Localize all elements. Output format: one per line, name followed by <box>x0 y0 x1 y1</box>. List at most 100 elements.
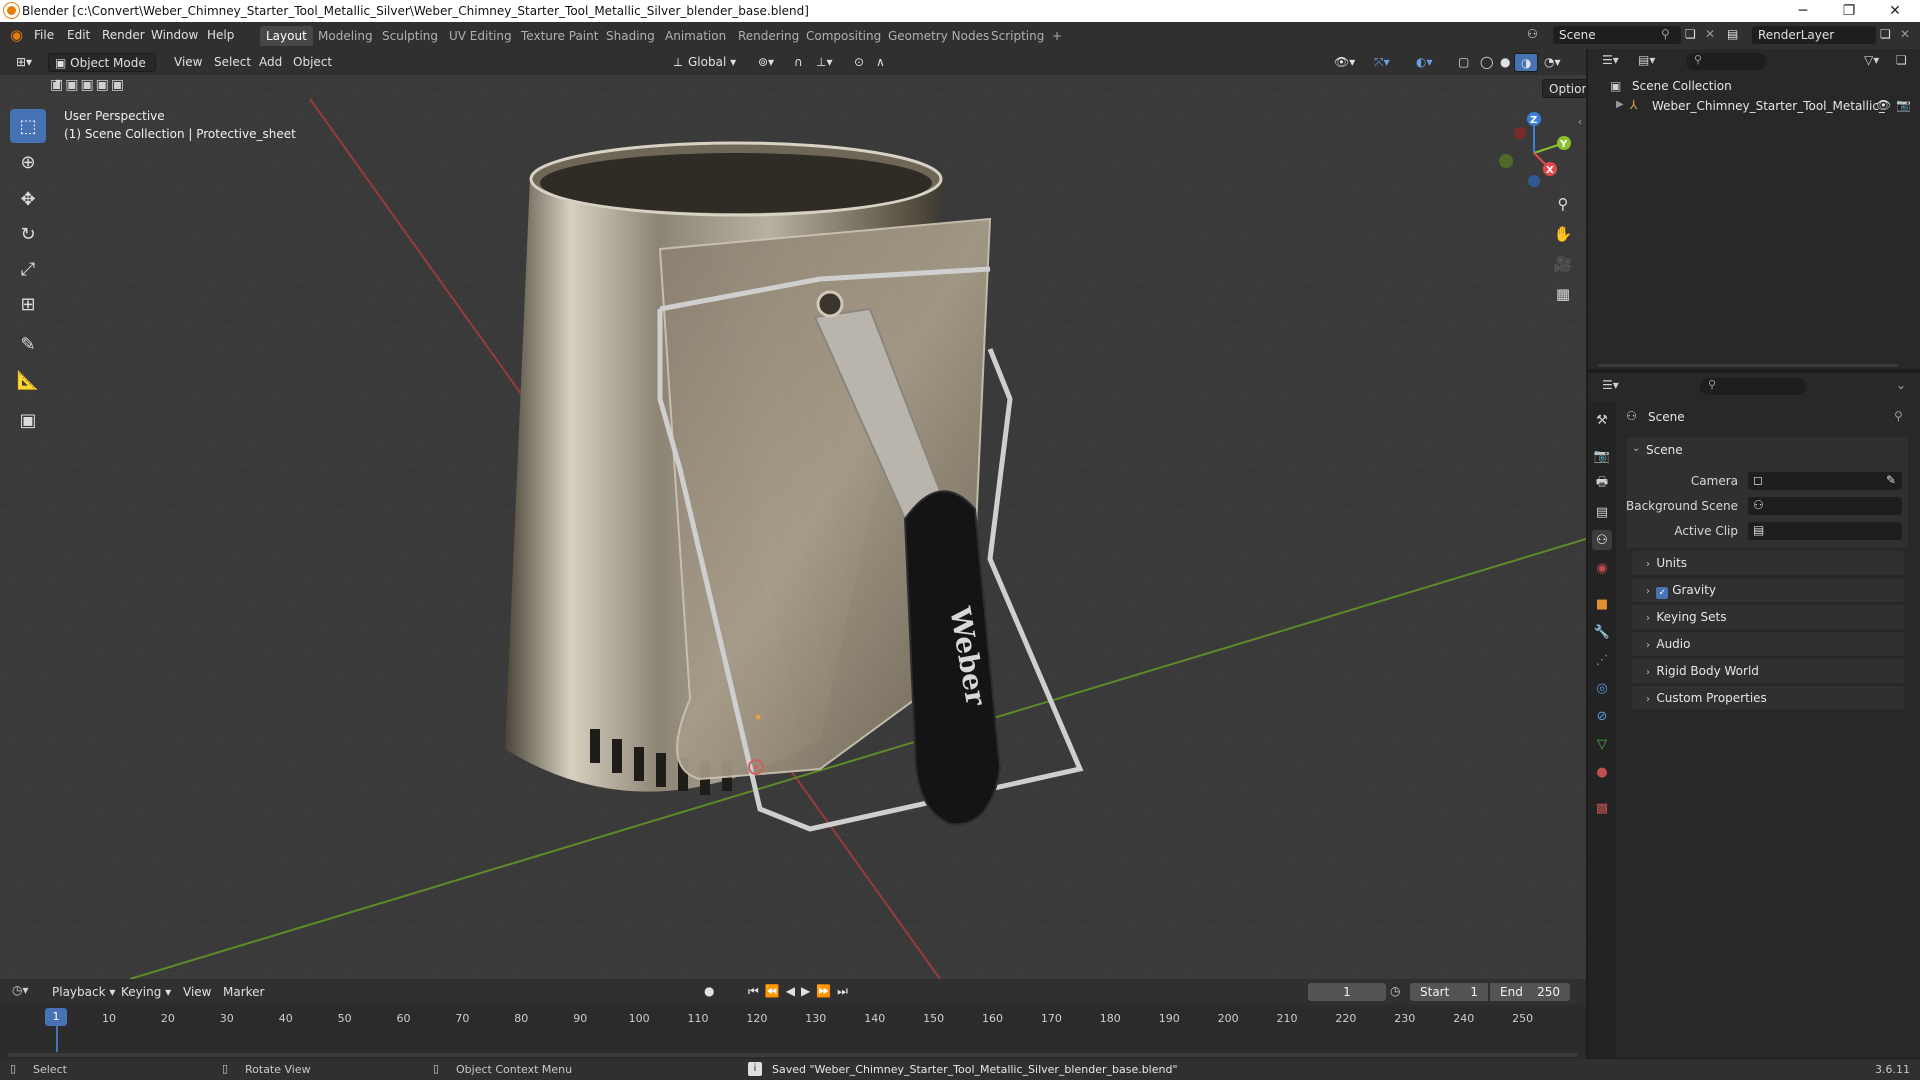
scale-tool-icon[interactable]: ⤢ <box>10 252 46 286</box>
visibility-eye-icon[interactable]: 👁 <box>1876 98 1891 112</box>
tab-animation[interactable]: Animation <box>659 26 732 46</box>
xray-icon[interactable]: ▢ <box>1452 53 1475 72</box>
tab-scripting[interactable]: Scripting <box>985 26 1050 46</box>
record-button-icon[interactable]: ● <box>704 984 714 998</box>
preview-range-icon[interactable]: ◷ <box>1390 984 1400 998</box>
menu-timeline-view[interactable]: View <box>183 985 211 999</box>
active-clip-field[interactable]: ▤ <box>1748 522 1902 540</box>
current-frame-field[interactable]: 1 <box>1308 983 1386 1001</box>
mode-selector[interactable]: ▣ Object Mode ▾ <box>48 53 156 89</box>
playhead-frame-indicator[interactable]: 1 <box>45 1008 67 1026</box>
texture-tab-icon[interactable]: ▩ <box>1592 798 1612 818</box>
tab-compositing[interactable]: Compositing <box>800 26 887 46</box>
3d-viewport[interactable]: Weber User Perspective (1) Scene Collect… <box>0 49 1586 979</box>
gravity-checkbox[interactable]: ✓ <box>1656 587 1669 599</box>
menu-add[interactable]: Add <box>253 53 288 72</box>
menu-edit[interactable]: Edit <box>67 28 90 42</box>
tab-geometry-nodes[interactable]: Geometry Nodes <box>882 26 995 46</box>
outliner-item-object[interactable]: Weber_Chimney_Starter_Tool_Metallic_ <box>1652 99 1885 113</box>
object-tab-icon[interactable]: ■ <box>1592 594 1612 614</box>
panel-rigid-body-world[interactable]: › Rigid Body World <box>1632 659 1904 683</box>
select-box-tool[interactable]: ⬚ <box>10 109 46 143</box>
snap-target-icon[interactable]: ⊥▾ <box>810 53 838 72</box>
move-tool-icon[interactable]: ✥ <box>10 182 46 216</box>
panel-keying-sets[interactable]: › Keying Sets <box>1632 605 1904 629</box>
new-renderlayer-icon[interactable]: ❏ <box>1880 27 1891 41</box>
panel-custom-properties[interactable]: › Custom Properties <box>1632 686 1904 710</box>
material-shading-icon[interactable]: ◑ <box>1514 53 1539 72</box>
world-tab-icon[interactable]: ◉ <box>1592 558 1612 578</box>
measure-tool-icon[interactable]: 📐 <box>10 363 46 397</box>
expand-arrow-icon[interactable]: ▶ <box>1616 99 1624 110</box>
constraints-tab-icon[interactable]: ⊘ <box>1592 706 1612 726</box>
editor-type-icon[interactable]: ⊞▾ <box>10 53 38 72</box>
snap-icon[interactable]: ∩ <box>788 53 809 72</box>
menu-render[interactable]: Render <box>102 28 145 42</box>
delete-scene-icon[interactable]: ✕ <box>1705 27 1715 41</box>
proportional-edit-icon[interactable]: ⊙ <box>848 53 870 72</box>
tab-layout[interactable]: Layout <box>260 26 313 46</box>
visibility-icon[interactable]: 👁▾ <box>1328 53 1361 72</box>
new-collection-icon[interactable]: ❏ <box>1896 53 1907 67</box>
start-frame-field[interactable]: Start 1 <box>1410 983 1488 1001</box>
menu-view[interactable]: View <box>168 53 208 72</box>
outliner-scrollbar[interactable] <box>1598 364 1898 367</box>
tab-texture-paint[interactable]: Texture Paint <box>515 26 604 46</box>
add-cube-tool-icon[interactable]: ▣ <box>10 403 46 437</box>
menu-playback[interactable]: Playback ▾ <box>52 985 115 999</box>
modifier-tab-icon[interactable]: 🔧 <box>1592 622 1612 642</box>
close-window-button[interactable]: ✕ <box>1872 0 1918 22</box>
navigation-gizmo[interactable]: Z Y X <box>1490 109 1580 189</box>
pin-properties-icon[interactable]: ⚲ <box>1894 409 1903 423</box>
display-mode-icon[interactable]: ▤▾ <box>1638 53 1655 67</box>
panel-gravity[interactable]: › ✓ Gravity <box>1632 578 1904 602</box>
options-dropdown[interactable]: Options <box>1542 79 1586 98</box>
eyedropper-icon[interactable]: ✎ <box>1886 473 1896 487</box>
menu-help[interactable]: Help <box>207 28 234 42</box>
ortho-grid-icon[interactable]: ▦ <box>1550 281 1576 307</box>
scene-panel-chevron-icon[interactable]: ⌄ <box>1632 443 1640 454</box>
render-tab-icon[interactable]: 📷 <box>1592 446 1612 466</box>
end-frame-field[interactable]: End 250 <box>1490 983 1570 1001</box>
scene-collection-label[interactable]: Scene Collection <box>1632 79 1732 93</box>
collapse-sidebar-icon[interactable]: ‹ <box>1578 117 1582 128</box>
viewport-canvas[interactable]: Weber <box>0 49 1586 979</box>
menu-file[interactable]: File <box>34 28 54 42</box>
scene-panel-title[interactable]: Scene <box>1646 443 1683 457</box>
renderlayer-selector[interactable]: RenderLayer <box>1752 26 1876 44</box>
properties-search-input[interactable]: ⚲ <box>1700 378 1806 395</box>
menu-object[interactable]: Object <box>287 53 338 72</box>
tab-sculpting[interactable]: Sculpting <box>376 26 444 46</box>
panel-audio[interactable]: › Audio <box>1632 632 1904 656</box>
playback-controls-icons[interactable]: ⏮⏪◀▶⏩⏭ <box>748 984 854 999</box>
filter-icon[interactable]: ▽▾ <box>1864 53 1879 67</box>
menu-window[interactable]: Window <box>151 28 198 42</box>
add-workspace-button[interactable]: + <box>1046 26 1068 46</box>
maximize-button[interactable]: ❐ <box>1826 0 1872 22</box>
physics-tab-icon[interactable]: ◎ <box>1592 678 1612 698</box>
playhead-line[interactable] <box>56 1026 58 1052</box>
camera-view-icon[interactable]: 🎥 <box>1550 251 1576 277</box>
overlay-toggle-icon[interactable]: ◐▾ <box>1410 53 1439 72</box>
tab-uv-editing[interactable]: UV Editing <box>443 26 518 46</box>
particles-tab-icon[interactable]: ⋰ <box>1592 650 1612 670</box>
menu-keying[interactable]: Keying ▾ <box>121 985 171 999</box>
panel-units[interactable]: › Units <box>1632 551 1904 575</box>
annotate-tool-icon[interactable]: ✎ <box>10 327 46 361</box>
timeline-scrollbar[interactable] <box>8 1053 1578 1057</box>
selection-mode-icons[interactable]: ▣▣▣▣▣ <box>50 77 126 93</box>
tab-shading[interactable]: Shading <box>600 26 661 46</box>
transform-tool-icon[interactable]: ⊞ <box>10 287 46 321</box>
properties-editor-icon[interactable]: ☰▾ <box>1602 378 1619 392</box>
minimize-button[interactable]: ─ <box>1780 0 1826 22</box>
tab-modeling[interactable]: Modeling <box>312 26 379 46</box>
pin-icon[interactable]: ⚲ <box>1661 27 1670 41</box>
new-scene-icon[interactable]: ❏ <box>1685 27 1696 41</box>
render-camera-icon[interactable]: 📷 <box>1896 98 1911 112</box>
rotate-tool-icon[interactable]: ↻ <box>10 217 46 251</box>
properties-options-icon[interactable]: ⌄ <box>1896 378 1906 392</box>
background-scene-field[interactable]: ⚇ <box>1748 497 1902 515</box>
cursor-tool-icon[interactable]: ⊕ <box>10 145 46 179</box>
outliner-editor-icon[interactable]: ☰▾ <box>1602 53 1619 67</box>
data-tab-icon[interactable]: ▽ <box>1592 734 1612 754</box>
